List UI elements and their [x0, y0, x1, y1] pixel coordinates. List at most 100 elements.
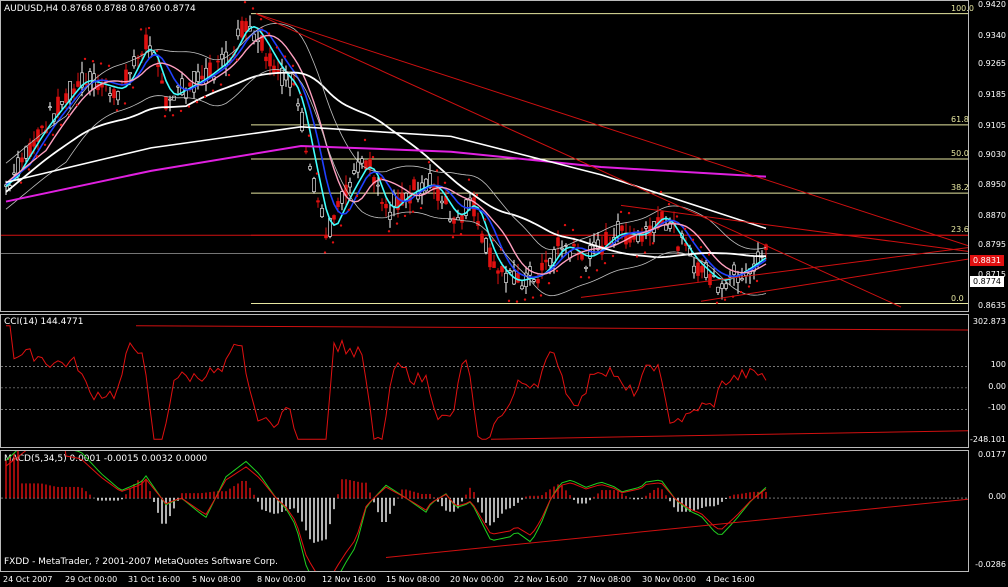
sar-dot	[604, 262, 606, 264]
sar-dot	[268, 32, 270, 34]
time-label: 12 Nov 16:00	[322, 575, 376, 584]
macd-pane[interactable]: MACD(5,34,5) 0.0001 -0.0015 0.0032 0.000…	[0, 450, 969, 572]
candle-body	[521, 286, 524, 289]
sar-dot	[260, 18, 262, 20]
sar-dot	[116, 109, 118, 111]
sar-dot	[484, 218, 486, 220]
candle-body	[241, 21, 244, 37]
sar-dot	[628, 212, 630, 214]
candle-body	[133, 57, 136, 66]
sar-dot	[548, 282, 550, 284]
candle-body	[561, 248, 564, 249]
sar-dot	[420, 207, 422, 209]
candle-body	[721, 284, 724, 289]
candle-body	[69, 81, 72, 100]
sar-dot	[180, 110, 182, 112]
sar-dot	[668, 203, 670, 205]
candle-body	[725, 284, 728, 289]
sar-dot	[340, 224, 342, 226]
candle-body	[217, 61, 220, 62]
sar-dot	[52, 134, 54, 136]
sar-dot	[756, 280, 758, 282]
candle-body	[317, 201, 320, 202]
macd-scale[interactable]: 0.01770.00-0.0286	[969, 450, 1008, 572]
macd-trend-line	[386, 499, 968, 557]
candle-body	[201, 76, 204, 79]
sar-dot	[428, 161, 430, 163]
price-pane[interactable]: AUDUSD,H4 0.8768 0.8788 0.8760 0.8774 10…	[0, 0, 969, 312]
price-tick: 0.9105	[978, 121, 1006, 130]
candle-body	[265, 57, 268, 61]
candle-body	[557, 238, 560, 246]
candle-body	[381, 202, 384, 203]
time-label: 5 Nov 08:00	[192, 575, 241, 584]
sar-dot	[284, 55, 286, 57]
sar-dot	[44, 144, 46, 146]
sar-dot	[572, 229, 574, 231]
cci-scale[interactable]: 302.8731000.00-100-248.101	[969, 314, 1008, 448]
trend-line	[256, 14, 901, 307]
candle-body	[237, 29, 240, 36]
sar-dot	[228, 74, 230, 76]
price-tick: 0.8795	[978, 240, 1006, 249]
candle-body	[305, 151, 308, 152]
candle-body	[581, 254, 584, 259]
current-price-box: 0.8774	[970, 276, 1004, 287]
cci-pane[interactable]: CCI(14) 144.4771	[0, 314, 969, 448]
candle-body	[301, 112, 304, 130]
sar-dot	[28, 168, 30, 170]
sar-dot	[452, 236, 454, 238]
time-label: 20 Nov 00:00	[450, 575, 504, 584]
price-tick: 0.9265	[978, 59, 1006, 68]
sar-dot	[532, 296, 534, 298]
sar-dot	[60, 124, 62, 126]
time-label: 22 Nov 16:00	[514, 575, 568, 584]
price-tick: 0.9340	[978, 31, 1006, 40]
price-tick: 0.8870	[978, 211, 1006, 220]
candle-body	[285, 73, 288, 80]
sar-dot	[220, 83, 222, 85]
sar-dot	[100, 62, 102, 64]
sar-dot	[684, 228, 686, 230]
sar-dot	[356, 195, 358, 197]
cci-chart[interactable]	[1, 315, 968, 447]
sar-dot	[132, 86, 134, 88]
candle-body	[245, 21, 248, 31]
candle-body	[637, 235, 640, 241]
candle-body	[253, 34, 256, 41]
price-tick: 0.8950	[978, 180, 1006, 189]
candle-body	[501, 266, 504, 272]
sar-dot	[36, 155, 38, 157]
candle-body	[77, 82, 80, 87]
sar-dot	[732, 295, 734, 297]
candle-body	[605, 232, 608, 245]
sar-dot	[380, 177, 382, 179]
macd-chart[interactable]	[1, 451, 968, 571]
candle-body	[353, 171, 356, 174]
candle-body	[109, 94, 112, 96]
footer-text: FXDD - MetaTrader, ? 2001-2007 MetaQuote…	[4, 557, 278, 567]
fib-label: 23.6	[951, 225, 969, 234]
sar-dot	[20, 181, 22, 183]
sar-dot	[476, 194, 478, 196]
sar-dot	[332, 241, 334, 243]
sar-dot	[492, 239, 494, 241]
candle-body	[677, 247, 680, 251]
sar-dot	[580, 276, 582, 278]
sar-dot	[236, 58, 238, 60]
sar-dot	[140, 28, 142, 30]
candle-body	[489, 248, 492, 267]
time-label: 29 Oct 00:00	[65, 575, 117, 584]
candle-body	[325, 235, 328, 237]
sar-dot	[68, 114, 70, 116]
macd-tick: -0.0286	[975, 560, 1006, 569]
candle-body	[537, 279, 540, 283]
candle-body	[517, 273, 520, 282]
price-chart[interactable]	[1, 1, 968, 311]
time-label: 30 Nov 00:00	[642, 575, 696, 584]
sar-dot	[404, 215, 406, 217]
candle-body	[717, 287, 720, 292]
sar-dot	[556, 270, 558, 272]
sar-dot	[148, 27, 150, 29]
sar-dot	[108, 65, 110, 67]
